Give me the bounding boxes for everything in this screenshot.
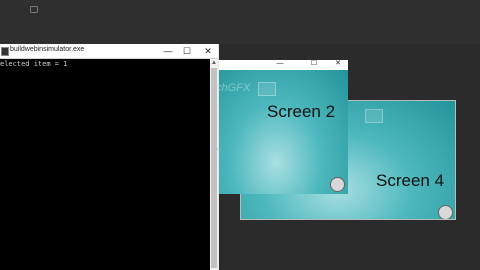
minimize-button[interactable]: — [158,44,178,58]
logo-box [365,109,383,123]
scrollbar-thumb[interactable] [211,68,217,268]
simulator-titlebar[interactable]: — ☐ ✕ [218,60,348,70]
window-icon[interactable] [30,6,38,13]
maximize-button[interactable]: ☐ [177,44,197,58]
next-button[interactable] [330,177,345,192]
screen-2-label: Screen 2 [267,102,336,121]
console-output: elected item = 1 [0,60,68,68]
console-window[interactable]: buildwebinsimulator.exe — ☐ ✕ elected it… [0,44,219,270]
close-button[interactable]: ✕ [328,57,348,71]
top-bar [0,0,480,44]
cursor-icon: ⇔ [215,144,223,153]
console-title: buildwebinsimulator.exe [10,46,85,53]
next-button[interactable] [438,205,453,219]
close-button[interactable]: ✕ [198,44,218,58]
touchgfx-logo: chGFX [218,82,251,94]
logo-box [258,82,276,96]
screen-4-label: Screen 4 [376,171,445,190]
screen-2-window[interactable]: chGFX Screen 2 [218,70,348,194]
maximize-button[interactable]: ☐ [304,57,324,71]
scroll-up-arrow-icon[interactable]: ▲ [210,59,218,67]
console-icon [1,47,9,56]
minimize-button[interactable]: — [270,57,290,71]
console-titlebar[interactable]: buildwebinsimulator.exe — ☐ ✕ [0,44,218,59]
